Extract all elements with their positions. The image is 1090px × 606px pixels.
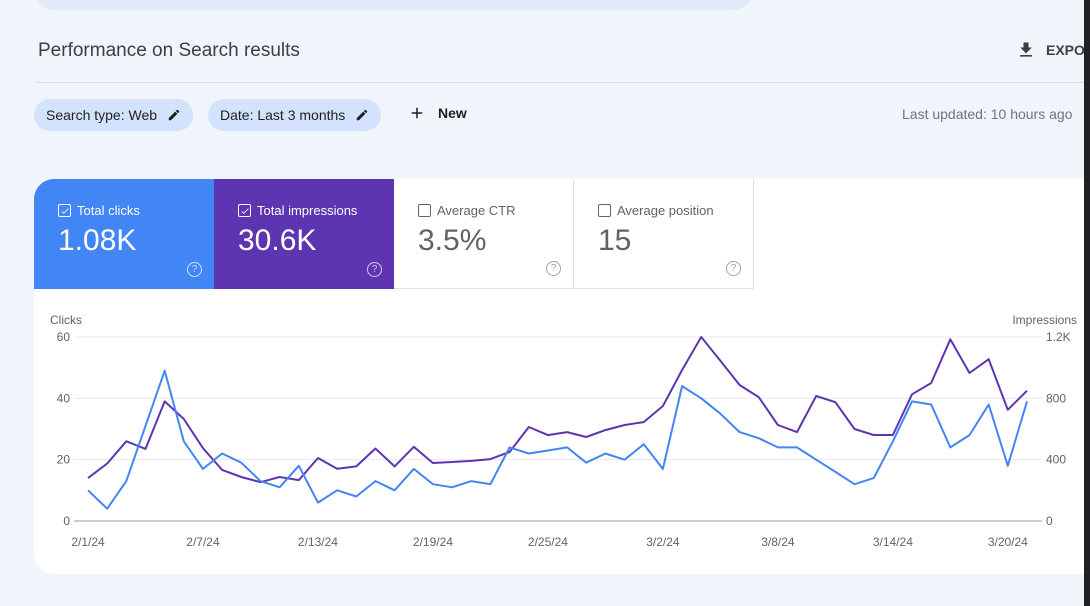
y-axis-title-right: Impressions — [1012, 313, 1077, 327]
series-line-clicks — [87, 369, 1028, 510]
y-tick-label-right: 1.2K — [1046, 330, 1071, 344]
y-tick-label-left: 20 — [57, 453, 71, 467]
x-tick-label: 3/14/24 — [873, 535, 913, 549]
edit-icon — [357, 109, 368, 121]
y-axis-title-left: Clicks — [50, 313, 82, 327]
x-tick-label: 2/19/24 — [413, 535, 453, 549]
x-tick-label: 2/7/24 — [186, 535, 220, 549]
y-tick-label-right: 400 — [1046, 453, 1066, 467]
header-divider — [34, 82, 1090, 83]
performance-card: Total clicks 1.08K ? Total impressions 3… — [34, 179, 1090, 574]
chip-label: Date: Last 3 months — [220, 107, 346, 123]
series-line-impressions — [87, 336, 1028, 484]
x-tick-label: 2/25/24 — [528, 535, 568, 549]
chip-label: Search type: Web — [46, 107, 158, 123]
window-edge — [1084, 0, 1090, 606]
plus-icon — [411, 107, 423, 119]
performance-chart: 0 0 20 400 40 800 60 1.2K Clicks Impressions 2/1/2… — [50, 313, 1077, 549]
top-banner — [36, 0, 752, 10]
x-tick-label: 3/8/24 — [761, 535, 795, 549]
x-tick-label: 3/20/24 — [988, 535, 1028, 549]
edit-icon — [168, 109, 180, 121]
export-button[interactable]: EXPORT — [1016, 40, 1090, 60]
last-updated: Last updated: 10 hours ago — [902, 106, 1073, 122]
filter-chip-search-type[interactable]: Search type: Web — [34, 99, 194, 131]
page-title: Performance on Search results — [38, 40, 300, 61]
y-tick-label-left: 40 — [57, 391, 71, 405]
y-tick-label-left: 0 — [63, 514, 70, 528]
y-tick-label-right: 0 — [1046, 514, 1053, 528]
x-tick-label: 3/2/24 — [646, 535, 680, 549]
x-tick-label: 2/13/24 — [298, 535, 338, 549]
download-icon — [1020, 42, 1032, 57]
y-tick-label-left: 60 — [57, 330, 71, 344]
new-filter-button[interactable]: New — [408, 104, 467, 122]
x-tick-label: 2/1/24 — [71, 535, 105, 549]
y-tick-label-right: 800 — [1046, 391, 1066, 405]
new-label: New — [438, 105, 467, 121]
filter-chip-date[interactable]: Date: Last 3 months — [208, 99, 382, 131]
